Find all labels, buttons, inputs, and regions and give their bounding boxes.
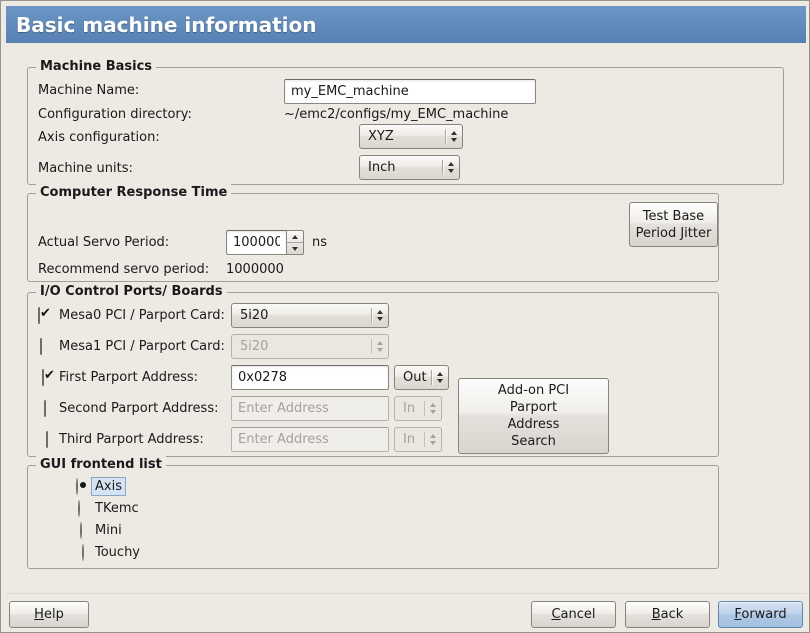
servo-period-spinner[interactable] [226, 230, 304, 255]
io-ports-legend: I/O Control Ports/ Boards [36, 283, 227, 300]
combo-divider [371, 339, 372, 354]
second-parport-address-input [231, 396, 389, 421]
gui-frontend-legend: GUI frontend list [36, 456, 166, 473]
wizard-window: Basic machine information Machine Basics… [0, 0, 810, 633]
dropdown-arrows-icon [377, 310, 383, 321]
servo-period-stepper[interactable] [287, 230, 304, 255]
cancel-button[interactable]: Cancel [531, 601, 616, 628]
page-title: Basic machine information [16, 13, 317, 37]
second-parport-direction-select: In [394, 396, 442, 421]
dropdown-arrows-icon [430, 434, 436, 445]
mesa0-checkbox[interactable] [38, 307, 40, 324]
axis-config-value: XYZ [368, 128, 441, 145]
third-parport-checkbox[interactable] [46, 431, 48, 448]
third-parport-direction-value: In [403, 431, 420, 448]
dropdown-arrows-icon [451, 131, 457, 142]
servo-period-label: Actual Servo Period: [38, 234, 169, 251]
io-ports-frame: I/O Control Ports/ Boards Mesa0 PCI / Pa… [27, 292, 719, 457]
radio-tkemc-label[interactable]: TKemc [95, 500, 139, 517]
dropdown-arrows-icon [377, 341, 383, 352]
mesa0-card-select[interactable]: 5i20 [231, 303, 389, 328]
spin-down-button[interactable] [287, 242, 303, 254]
servo-period-unit: ns [312, 234, 327, 251]
second-parport-direction-value: In [403, 400, 420, 417]
combo-divider [424, 432, 425, 447]
forward-button-label: Forward [734, 607, 786, 622]
radio-tkemc[interactable] [78, 500, 80, 517]
radio-mini[interactable] [80, 522, 82, 539]
radio-mini-label[interactable]: Mini [95, 522, 122, 539]
first-parport-label[interactable]: First Parport Address: [59, 369, 198, 386]
combo-divider [424, 401, 425, 416]
machine-units-label: Machine units: [38, 160, 133, 177]
cancel-button-label: Cancel [551, 607, 595, 622]
combo-divider [445, 129, 446, 144]
machine-name-input[interactable] [284, 79, 536, 104]
mesa1-checkbox[interactable] [40, 338, 42, 355]
first-parport-direction-select[interactable]: Out [394, 365, 449, 390]
config-dir-label: Configuration directory: [38, 106, 192, 123]
third-parport-address-input [231, 427, 389, 452]
gui-frontend-frame: GUI frontend list Axis TKemc Mini Touchy [27, 465, 719, 569]
radio-touchy[interactable] [82, 544, 84, 561]
radio-axis[interactable] [76, 478, 78, 495]
first-parport-checkbox[interactable] [42, 369, 44, 386]
machine-basics-frame: Machine Basics Machine Name: Configurati… [27, 67, 784, 185]
test-base-period-jitter-button[interactable]: Test Base Period Jitter [629, 202, 718, 247]
response-time-legend: Computer Response Time [36, 184, 231, 201]
radio-axis-label[interactable]: Axis [92, 478, 125, 495]
machine-units-value: Inch [368, 159, 438, 176]
axis-config-label: Axis configuration: [38, 129, 160, 146]
second-parport-label[interactable]: Second Parport Address: [59, 400, 218, 417]
mesa1-card-select: 5i20 [231, 334, 389, 359]
first-parport-address-input[interactable] [231, 365, 389, 390]
combo-divider [371, 308, 372, 323]
radio-touchy-label[interactable]: Touchy [95, 544, 140, 561]
recommend-period-label: Recommend servo period: [38, 261, 209, 278]
mesa0-label[interactable]: Mesa0 PCI / Parport Card: [59, 307, 225, 324]
dropdown-arrows-icon [437, 372, 443, 383]
recommend-period-value: 1000000 [226, 261, 284, 278]
first-parport-direction-value: Out [403, 369, 427, 386]
response-time-frame: Computer Response Time Test Base Period … [27, 193, 719, 282]
second-parport-checkbox[interactable] [44, 400, 46, 417]
third-parport-label[interactable]: Third Parport Address: [59, 431, 204, 448]
mesa1-card-value: 5i20 [240, 338, 367, 355]
machine-name-label: Machine Name: [38, 82, 139, 99]
forward-button[interactable]: Forward [718, 601, 803, 628]
servo-period-input[interactable] [226, 230, 287, 255]
spin-up-button[interactable] [287, 231, 303, 242]
dropdown-arrows-icon [448, 162, 454, 173]
page-header: Basic machine information [6, 6, 806, 43]
back-button[interactable]: Back [625, 601, 710, 628]
help-button-label: Help [34, 607, 64, 622]
back-button-label: Back [652, 607, 684, 622]
machine-basics-legend: Machine Basics [36, 58, 156, 75]
dropdown-arrows-icon [430, 403, 436, 414]
config-dir-value: ~/emc2/configs/my_EMC_machine [284, 106, 508, 123]
third-parport-direction-select: In [394, 427, 442, 452]
machine-units-select[interactable]: Inch [359, 155, 460, 180]
addon-pci-search-button[interactable]: Add-on PCI Parport Address Search [458, 378, 609, 454]
mesa0-card-value: 5i20 [240, 307, 367, 324]
combo-divider [442, 160, 443, 175]
axis-config-select[interactable]: XYZ [359, 124, 463, 149]
combo-divider [431, 370, 432, 385]
mesa1-label[interactable]: Mesa1 PCI / Parport Card: [59, 338, 225, 355]
addon-pci-search-label: Add-on PCI Parport Address Search [498, 382, 569, 450]
help-button[interactable]: Help [9, 601, 89, 628]
action-area-separator [6, 593, 806, 594]
test-base-period-jitter-label: Test Base Period Jitter [636, 208, 712, 242]
